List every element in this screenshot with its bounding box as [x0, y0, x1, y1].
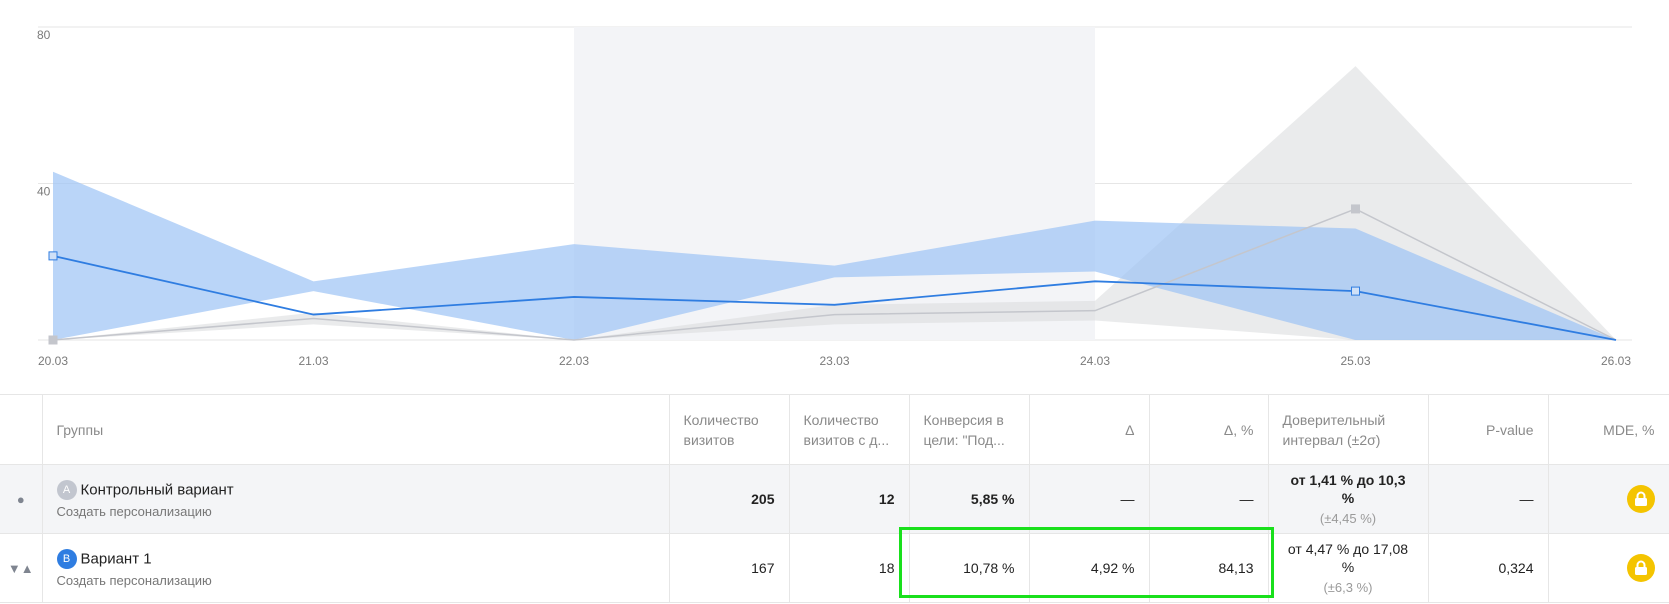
ci-value: от 4,47 % до 17,08 % [1287, 540, 1409, 575]
pvalue-cell: 0,324 [1428, 533, 1549, 603]
delta-cell: — [1029, 464, 1150, 534]
x-tick-label: 23.03 [819, 354, 849, 368]
table-row: ● A Контрольный вариант Создать персонали… [0, 464, 1669, 534]
create-personalization-link[interactable]: Создать персонализацию [57, 573, 655, 588]
ci-cell: от 1,41 % до 10,3 % (±4,45 %) [1268, 464, 1429, 534]
x-tick-label: 24.03 [1080, 354, 1110, 368]
header-conversion[interactable]: Конверсия в цели: "Под... [909, 394, 1030, 465]
data-point [48, 335, 58, 345]
delta-cell: 4,92 % [1029, 533, 1150, 603]
ci-cell: от 4,47 % до 17,08 % (±6,3 %) [1268, 533, 1429, 603]
ci-value: от 1,41 % до 10,3 % [1290, 471, 1406, 506]
chart: 40 80 20.03 21.03 22.03 23.03 24.03 25.03 26.03 [37, 26, 1632, 368]
header-confidence-interval[interactable]: Доверительный интервал (±2σ) [1268, 394, 1429, 465]
chart-y-ticks: 40 80 [37, 28, 51, 199]
x-tick-label: 21.03 [298, 354, 328, 368]
ci-sub: (±6,3 %) [1323, 579, 1373, 595]
conversion-cell: 10,78 % [909, 533, 1030, 603]
mde-cell [1548, 464, 1669, 534]
data-point [48, 251, 58, 261]
data-point [1351, 286, 1360, 296]
visits-cell: 167 [669, 533, 790, 603]
header-visits[interactable]: Количество визитов [669, 394, 790, 465]
conversion-cell: 5,85 % [909, 464, 1030, 534]
table-header-row: Группы Количество визитов Количество визит… [0, 394, 1669, 465]
x-tick-label: 22.03 [559, 354, 589, 368]
header-groups[interactable]: Группы [42, 394, 670, 465]
group-badge-b: B [56, 548, 77, 569]
header-goal-visits[interactable]: Количество визитов с д... [789, 394, 910, 465]
y-tick-label: 80 [37, 28, 51, 42]
delta-pct-cell: — [1149, 464, 1269, 534]
group-cell: A Контрольный вариант Создать персонализа… [42, 464, 670, 534]
lock-icon[interactable] [1626, 554, 1655, 582]
lock-icon[interactable] [1626, 485, 1655, 513]
header-delta[interactable]: Δ [1029, 394, 1150, 465]
goal-visits-cell: 18 [789, 533, 910, 603]
group-badge-a: A [56, 479, 77, 500]
visits-cell: 205 [669, 464, 790, 534]
results-table: Группы Количество визитов Количество визит… [0, 394, 1669, 603]
chart-x-ticks: 20.03 21.03 22.03 23.03 24.03 25.03 26.03 [38, 354, 1631, 368]
row-marker: ● [0, 464, 43, 534]
y-tick-label: 40 [37, 185, 51, 199]
header-mde[interactable]: MDE, % [1548, 394, 1669, 465]
ci-sub: (±4,45 %) [1319, 510, 1377, 526]
group-name: Вариант 1 [80, 550, 152, 567]
header-delta-pct[interactable]: Δ, % [1149, 394, 1269, 465]
x-tick-label: 20.03 [38, 354, 68, 368]
delta-pct-cell: 84,13 [1149, 533, 1269, 603]
x-tick-label: 26.03 [1601, 354, 1631, 368]
group-name: Контрольный вариант [80, 481, 234, 498]
row-marker[interactable]: ▼▲ [0, 533, 43, 603]
mde-cell [1548, 533, 1669, 603]
header-pvalue[interactable]: P-value [1428, 394, 1549, 465]
x-tick-label: 25.03 [1340, 354, 1370, 368]
goal-visits-cell: 12 [789, 464, 910, 534]
group-cell: B Вариант 1 Создать персонализацию [42, 533, 670, 603]
data-point [1351, 204, 1360, 214]
table-row: ▼▲ B Вариант 1 Создать персонализацию 167… [0, 533, 1669, 603]
header-marker [0, 394, 43, 465]
create-personalization-link[interactable]: Создать персонализацию [57, 504, 655, 519]
pvalue-cell: — [1428, 464, 1549, 534]
